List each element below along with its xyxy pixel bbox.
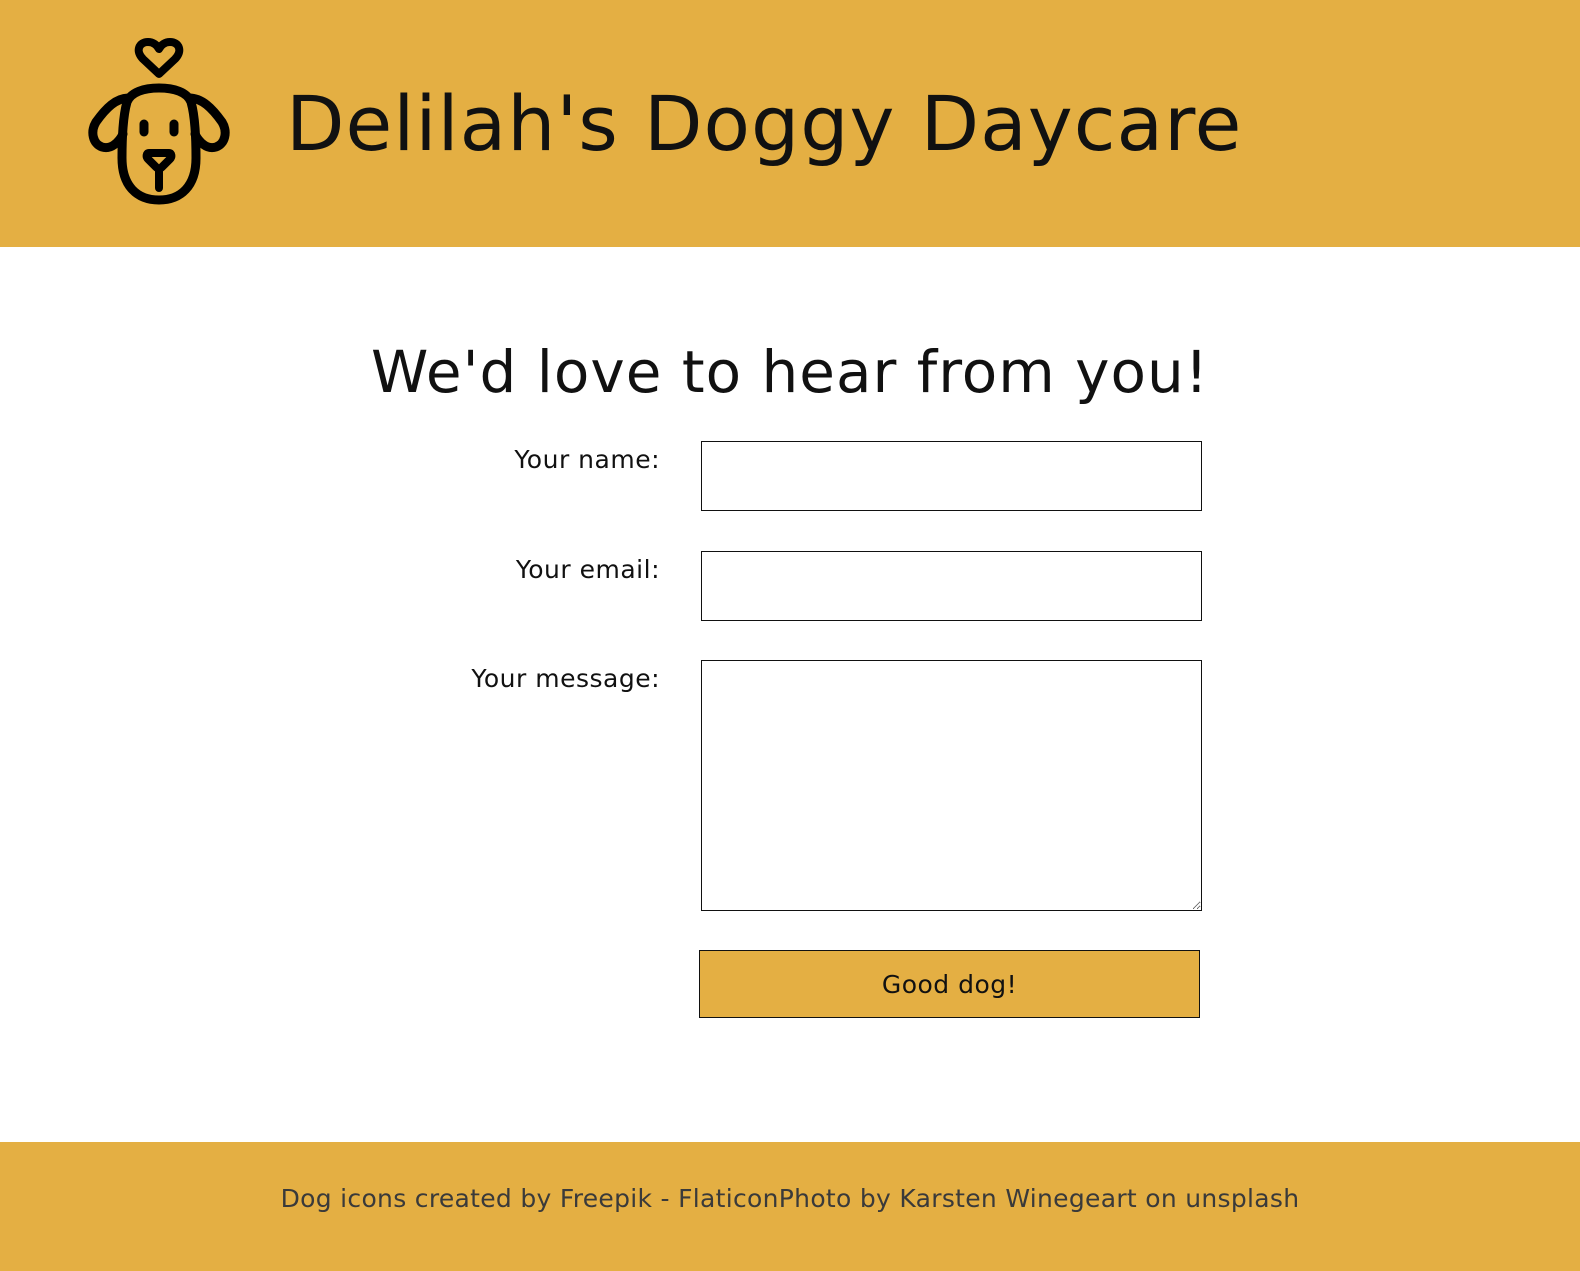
dog-heart-icon — [88, 38, 230, 205]
message-textarea[interactable] — [701, 660, 1202, 911]
submit-button[interactable]: Good dog! — [699, 950, 1200, 1018]
name-field[interactable] — [701, 441, 1202, 511]
message-label: Your message: — [471, 664, 660, 693]
email-field[interactable] — [701, 551, 1202, 621]
footer-credits: Dog icons created by Freepik - FlaticonP… — [280, 1184, 1300, 1213]
site-header: Delilah's Doggy Daycare — [0, 0, 1580, 247]
site-footer: Dog icons created by Freepik - FlaticonP… — [0, 1142, 1580, 1271]
contact-heading: We'd love to hear from you! — [370, 338, 1210, 406]
name-label: Your name: — [514, 445, 660, 474]
site-title: Delilah's Doggy Daycare — [286, 79, 1243, 168]
email-label: Your email: — [515, 555, 660, 584]
